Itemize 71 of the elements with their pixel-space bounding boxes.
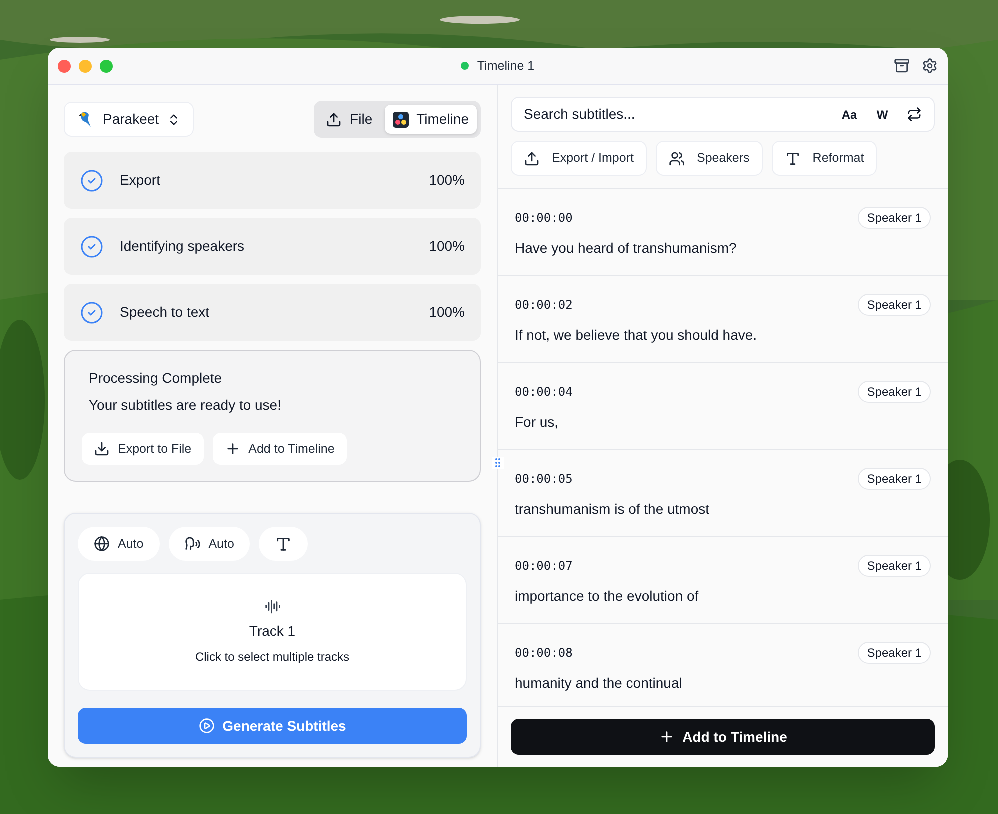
add-to-timeline-button[interactable]: Add to Timeline [511, 719, 935, 755]
source-tab[interactable]: File [318, 105, 381, 134]
window-title: Timeline 1 [477, 58, 535, 75]
timestamp: 00:00:05 [515, 471, 573, 488]
download-icon [94, 441, 110, 457]
track-hint: Click to select multiple tracks [195, 648, 350, 666]
action-button[interactable]: Export to File [82, 433, 204, 465]
text-icon [275, 536, 292, 552]
subtitle-row[interactable]: 00:00:08 Speaker 1 humanity and the continual [498, 624, 948, 706]
completion-title: Processing Complete [89, 369, 224, 388]
search-toggle[interactable]: Aa [833, 106, 866, 124]
timestamp: 00:00:08 [515, 645, 573, 662]
repeat-icon[interactable] [907, 107, 922, 122]
subtitle-text: If not, we believe that you should have. [515, 326, 758, 345]
subtitle-text: humanity and the continual [515, 674, 684, 693]
text-icon [784, 150, 801, 166]
speaker-tag[interactable]: Speaker 1 [858, 468, 931, 490]
globe-icon [94, 536, 110, 552]
search-input[interactable]: Search subtitles... [524, 104, 833, 125]
timestamp: 00:00:07 [515, 558, 573, 575]
toolbar-button[interactable]: Reformat [772, 141, 878, 176]
app-logo-icon [392, 112, 409, 128]
step-percent: 100% [429, 303, 465, 322]
subtitle-text: For us, [515, 413, 560, 432]
speaker-tag[interactable]: Speaker 1 [858, 555, 931, 577]
timestamp: 00:00:04 [515, 384, 573, 401]
source-tab[interactable]: Timeline [384, 105, 477, 134]
close-button[interactable] [58, 60, 71, 72]
option-button[interactable]: Auto [168, 527, 250, 561]
subtitle-row[interactable]: 00:00:07 Speaker 1 importance to the evolution of [498, 537, 948, 624]
action-button[interactable]: Add to Timeline [212, 433, 347, 465]
speaker-tag[interactable]: Speaker 1 [858, 642, 931, 664]
toolbar-button[interactable]: Export / Import [511, 141, 647, 176]
plus-icon [658, 729, 675, 745]
upload-icon [326, 112, 342, 128]
track-card[interactable]: Track 1 Click to select multiple tracks [78, 573, 467, 691]
step-label: Identifying speakers [120, 237, 245, 256]
archive-icon[interactable] [894, 58, 910, 74]
subtitle-row[interactable]: 00:00:05 Speaker 1 transhumanism is of the utmost [498, 450, 948, 537]
search-toggle[interactable]: W [866, 106, 899, 124]
plus-icon [224, 441, 241, 457]
users-icon [668, 150, 685, 166]
track-title: Track 1 [249, 622, 296, 640]
step-percent: 100% [429, 237, 465, 256]
waveform-icon [264, 598, 280, 614]
option-button[interactable] [259, 527, 308, 561]
subtitle-text: importance to the evolution of [515, 587, 700, 606]
subtitle-text: Have you heard of transhumanism? [515, 239, 738, 258]
timestamp: 00:00:02 [515, 297, 573, 314]
step-label: Export [120, 171, 160, 190]
speaker-tag[interactable]: Speaker 1 [858, 294, 931, 316]
play-icon [198, 718, 215, 734]
speaker-tag[interactable]: Speaker 1 [858, 207, 931, 229]
speaker-tag[interactable]: Speaker 1 [858, 381, 931, 403]
toolbar-button[interactable]: Speakers [656, 141, 763, 176]
timestamp: 00:00:00 [515, 210, 573, 227]
subtitle-row[interactable]: 00:00:04 Speaker 1 For us, [498, 363, 948, 450]
settings-icon[interactable] [922, 58, 938, 74]
upload-icon [524, 150, 540, 166]
subtitle-row[interactable]: 00:00:00 Speaker 1 Have you heard of transhumanism? [498, 189, 948, 276]
model-selector[interactable]: Parakeet [64, 102, 194, 137]
search-field[interactable]: Search subtitles... Aa W [511, 97, 935, 132]
subtitle-text: transhumanism is of the utmost [515, 500, 711, 519]
option-button[interactable]: Auto [78, 527, 160, 561]
step-percent: 100% [429, 171, 465, 190]
completion-message: Your subtitles are ready to use! [89, 396, 282, 415]
step-label: Speech to text [120, 303, 210, 322]
resize-handle-icon[interactable] [492, 457, 504, 469]
subtitle-row[interactable]: 00:00:02 Speaker 1 If not, we believe that you should have. [498, 276, 948, 363]
generate-button[interactable]: Generate Subtitles [78, 708, 467, 744]
speech-icon [184, 536, 201, 552]
